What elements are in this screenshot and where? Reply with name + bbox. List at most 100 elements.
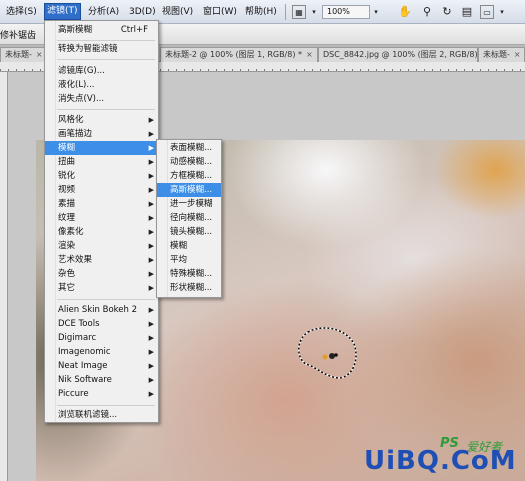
submenu-arrow-icon: ▶ (148, 228, 154, 236)
menu-item-distort[interactable]: 扭曲 ▶ (45, 155, 158, 169)
menubar-divider (285, 4, 286, 20)
blur-submenu: 表面模糊... 动感模糊... 方框模糊... 高斯模糊... 进一步模糊 径向… (156, 139, 222, 298)
submenu-arrow-icon: ▶ (148, 242, 154, 250)
submenu-item-radial-blur[interactable]: 径向模糊... (157, 211, 221, 225)
menu-item-label: 高斯模糊 (58, 25, 93, 35)
menu-item-label: Piccure (58, 389, 89, 399)
screen-mode-icon[interactable]: ▭ (480, 5, 494, 19)
submenu-item-gaussian-blur[interactable]: 高斯模糊... (157, 183, 221, 197)
submenu-arrow-icon: ▶ (148, 320, 154, 328)
submenu-item-average[interactable]: 平均 (157, 253, 221, 267)
menu-separator (57, 299, 155, 300)
zoom-tool-icon[interactable]: ⚲ (420, 5, 434, 19)
menu-item-gaussian-blur-last[interactable]: 高斯模糊 Ctrl+F (45, 23, 158, 37)
menu-help[interactable]: 帮助(H) (243, 5, 279, 20)
menu-item-label: 素描 (58, 199, 76, 209)
rotate-view-icon[interactable]: ↻ (440, 5, 454, 19)
submenu-arrow-icon: ▶ (148, 348, 154, 356)
zoom-level-value: 100% (327, 7, 350, 16)
menu-item-browse-filters-online[interactable]: 浏览联机滤镜... (45, 408, 158, 422)
submenu-arrow-icon: ▶ (148, 390, 154, 398)
menu-item-noise[interactable]: 杂色 ▶ (45, 267, 158, 281)
lasso-selection[interactable] (294, 326, 362, 382)
grid-icon[interactable]: ▤ (460, 5, 474, 19)
submenu-arrow-icon: ▶ (148, 362, 154, 370)
submenu-arrow-icon: ▶ (148, 158, 154, 166)
submenu-item-shape-blur[interactable]: 形状模糊... (157, 281, 221, 295)
menu-item-label: 渲染 (58, 241, 76, 251)
menu-analysis[interactable]: 分析(A) (86, 5, 121, 20)
menu-3d[interactable]: 3D(D) (127, 5, 158, 20)
menu-item-artistic[interactable]: 艺术效果 ▶ (45, 253, 158, 267)
close-icon[interactable]: × (306, 50, 313, 59)
menu-item-nik-software[interactable]: Nik Software ▶ (45, 373, 158, 387)
menu-item-texture[interactable]: 纹理 ▶ (45, 211, 158, 225)
menu-item-imagenomic[interactable]: Imagenomic ▶ (45, 345, 158, 359)
menu-separator (57, 405, 155, 406)
tab-untitled-2[interactable]: 未标题-2 @ 100% (图层 1, RGB/8) * × (160, 47, 318, 62)
menu-item-label: 模糊 (58, 143, 76, 153)
menu-item-label: 风格化 (58, 115, 84, 125)
submenu-item-blur-more[interactable]: 进一步模糊 (157, 197, 221, 211)
submenu-item-surface-blur[interactable]: 表面模糊... (157, 141, 221, 155)
menu-item-neat-image[interactable]: Neat Image ▶ (45, 359, 158, 373)
menu-item-label: 像素化 (58, 227, 84, 237)
submenu-arrow-icon: ▶ (148, 306, 154, 314)
tab-untitled-3[interactable]: 未标题- × (478, 47, 525, 62)
submenu-item-motion-blur[interactable]: 动感模糊... (157, 155, 221, 169)
hand-tool-icon[interactable]: ✋ (398, 5, 412, 19)
menu-item-brush-strokes[interactable]: 画笔描边 ▶ (45, 127, 158, 141)
submenu-item-lens-blur[interactable]: 镜头模糊... (157, 225, 221, 239)
zoom-level-select[interactable]: 100% (322, 5, 370, 19)
submenu-arrow-icon: ▶ (148, 172, 154, 180)
watermark-brand: UiBQ.CoM (364, 446, 517, 476)
submenu-arrow-icon: ▶ (148, 186, 154, 194)
menu-item-video[interactable]: 视频 ▶ (45, 183, 158, 197)
menu-item-label: Neat Image (58, 361, 108, 371)
submenu-item-smart-blur[interactable]: 特殊模糊... (157, 267, 221, 281)
menu-separator (57, 59, 155, 60)
chevron-down-icon[interactable]: ▾ (310, 5, 318, 19)
submenu-item-box-blur[interactable]: 方框模糊... (157, 169, 221, 183)
menu-window[interactable]: 窗口(W) (201, 5, 239, 20)
menu-item-filter-gallery[interactable]: 滤镜库(G)... (45, 64, 158, 78)
filter-menu: 高斯模糊 Ctrl+F 转换为智能滤镜 滤镜库(G)... 液化(L)... 消失… (44, 20, 159, 423)
menu-item-sketch[interactable]: 素描 ▶ (45, 197, 158, 211)
tab-label: 未标题- (5, 50, 32, 59)
menu-item-label: Nik Software (58, 375, 112, 385)
menu-item-piccure[interactable]: Piccure ▶ (45, 387, 158, 401)
menu-item-label: 视频 (58, 185, 76, 195)
menu-item-stylize[interactable]: 风格化 ▶ (45, 113, 158, 127)
menu-item-digimarc[interactable]: Digimarc ▶ (45, 331, 158, 345)
menu-filter[interactable]: 滤镜(T) (44, 3, 81, 20)
menu-item-blur[interactable]: 模糊 ▶ (45, 141, 158, 155)
menu-select[interactable]: 选择(S) (4, 5, 39, 20)
menu-view[interactable]: 视图(V) (160, 5, 195, 20)
close-icon[interactable]: × (514, 50, 521, 59)
zoom-dropdown-arrow-icon[interactable]: ▾ (372, 5, 380, 19)
menu-item-vanishing-point[interactable]: 消失点(V)... (45, 92, 158, 106)
tab-dsc-8842[interactable]: DSC_8842.jpg @ 100% (图层 2, RGB/8) *× (318, 47, 478, 62)
screen-mode-dropdown-icon[interactable]: ▾ (498, 5, 506, 19)
menu-item-other[interactable]: 其它 ▶ (45, 281, 158, 295)
submenu-item-blur[interactable]: 模糊 (157, 239, 221, 253)
options-bar-label[interactable]: 修补锯齿 (0, 28, 36, 41)
menu-item-sharpen[interactable]: 锐化 ▶ (45, 169, 158, 183)
menu-item-convert-smart-filter[interactable]: 转换为智能滤镜 (45, 42, 158, 56)
close-icon[interactable]: × (36, 50, 43, 59)
submenu-arrow-icon: ▶ (148, 334, 154, 342)
tab-label: DSC_8842.jpg @ 100% (图层 2, RGB/8) * (323, 50, 478, 59)
layout-icon[interactable]: ▦ (292, 5, 306, 19)
submenu-arrow-icon: ▶ (148, 116, 154, 124)
submenu-arrow-icon: ▶ (148, 270, 154, 278)
menu-item-alien-skin-bokeh[interactable]: Alien Skin Bokeh 2 ▶ (45, 303, 158, 317)
menu-item-render[interactable]: 渲染 ▶ (45, 239, 158, 253)
menu-item-pixelate[interactable]: 像素化 ▶ (45, 225, 158, 239)
menu-item-dce-tools[interactable]: DCE Tools ▶ (45, 317, 158, 331)
submenu-arrow-icon: ▶ (148, 200, 154, 208)
submenu-arrow-icon: ▶ (148, 376, 154, 384)
menu-item-label: 锐化 (58, 171, 76, 181)
menu-item-label: 其它 (58, 283, 76, 293)
menu-item-liquify[interactable]: 液化(L)... (45, 78, 158, 92)
menu-item-label: 艺术效果 (58, 255, 93, 265)
